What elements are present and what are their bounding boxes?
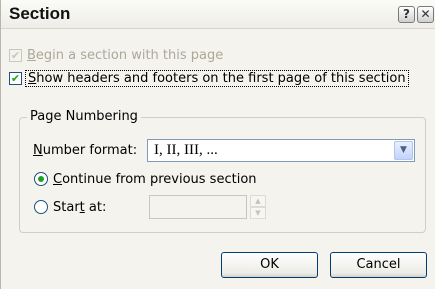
continue-label[interactable]: Continue from previous section — [53, 172, 257, 187]
show-headers-option[interactable]: ✔ Show headers and footers on the first … — [9, 69, 409, 87]
ok-button[interactable]: OK — [221, 252, 318, 278]
start-at-input[interactable] — [149, 195, 247, 219]
page-numbering-legend: Page Numbering — [27, 109, 141, 124]
start-at-option[interactable]: Start at: — [34, 198, 106, 216]
number-format-value: I, II, III, ... — [154, 142, 218, 158]
continue-radio[interactable] — [34, 172, 48, 186]
start-at-label[interactable]: Start at: — [53, 200, 106, 215]
start-at-radio[interactable] — [34, 200, 48, 214]
spin-up-icon[interactable]: ▲ — [250, 195, 266, 207]
continue-option[interactable]: Continue from previous section — [34, 170, 257, 188]
close-button[interactable]: ✕ — [417, 6, 434, 23]
begin-section-checkbox: ✔ — [9, 48, 22, 62]
cancel-button[interactable]: Cancel — [330, 252, 427, 278]
help-button[interactable]: ? — [398, 6, 415, 23]
number-format-dropdown[interactable]: I, II, III, ... ▼ — [147, 139, 415, 162]
begin-section-label: Begin a section with this page — [27, 47, 224, 63]
section-dialog: Section ? ✕ ✔ Begin a section with this … — [0, 0, 435, 289]
number-format-label: Number format: — [33, 143, 138, 158]
dialog-title: Section — [9, 4, 71, 23]
show-headers-label[interactable]: Show headers and footers on the first pa… — [25, 69, 409, 87]
chevron-down-icon[interactable]: ▼ — [394, 141, 413, 160]
spin-down-icon[interactable]: ▼ — [250, 207, 266, 219]
show-headers-checkbox[interactable]: ✔ — [9, 71, 22, 85]
begin-section-option: ✔ Begin a section with this page — [9, 46, 223, 64]
start-at-spinner[interactable]: ▲ ▼ — [250, 195, 266, 219]
title-bar[interactable]: Section ? ✕ — [1, 0, 435, 29]
